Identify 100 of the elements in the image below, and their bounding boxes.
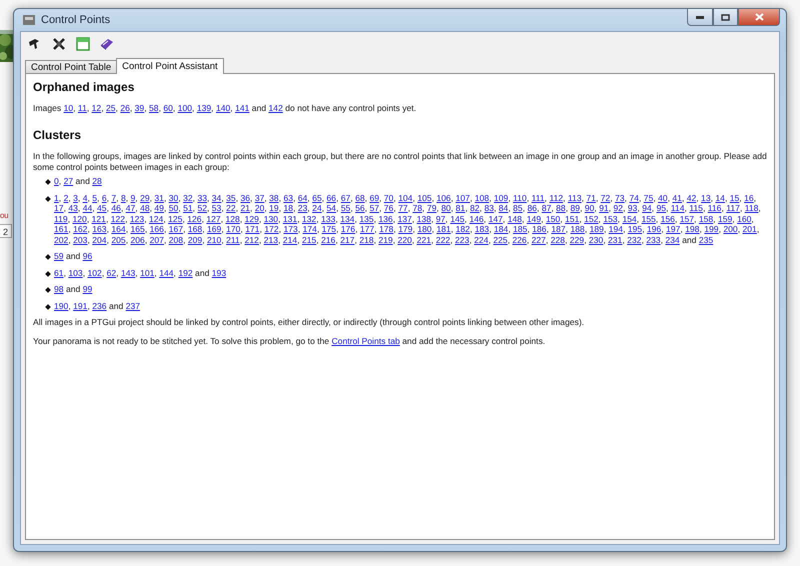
image-link[interactable]: 61 <box>54 268 64 278</box>
image-link[interactable]: 29 <box>140 192 150 202</box>
image-link[interactable]: 128 <box>225 214 240 224</box>
image-link[interactable]: 113 <box>568 192 582 202</box>
image-link[interactable]: 195 <box>628 224 642 234</box>
image-link[interactable]: 30 <box>168 192 178 202</box>
image-link[interactable]: 200 <box>723 224 738 234</box>
image-link[interactable]: 60 <box>163 103 173 113</box>
image-link[interactable]: 219 <box>378 234 393 244</box>
image-link[interactable]: 157 <box>680 214 694 224</box>
image-link[interactable]: 150 <box>546 214 560 224</box>
image-link[interactable]: 13 <box>701 192 711 202</box>
image-link[interactable]: 46 <box>111 203 121 213</box>
image-link[interactable]: 1 <box>54 192 59 202</box>
image-link[interactable]: 166 <box>150 224 164 234</box>
image-link[interactable]: 153 <box>603 214 618 224</box>
image-link[interactable]: 141 <box>235 103 250 113</box>
image-link[interactable]: 94 <box>642 203 652 213</box>
image-link[interactable]: 187 <box>551 224 566 234</box>
image-link[interactable]: 186 <box>532 224 546 234</box>
image-link[interactable]: 48 <box>140 203 150 213</box>
image-link[interactable]: 227 <box>531 234 546 244</box>
image-link[interactable]: 196 <box>646 224 662 234</box>
image-link[interactable]: 234 <box>665 234 680 244</box>
image-link[interactable]: 159 <box>718 214 732 224</box>
image-link[interactable]: 231 <box>608 234 622 244</box>
image-link[interactable]: 167 <box>168 224 184 234</box>
image-link[interactable]: 215 <box>302 234 316 244</box>
image-link[interactable]: 144 <box>159 268 174 278</box>
image-link[interactable]: 197 <box>666 224 680 234</box>
image-link[interactable]: 198 <box>685 224 700 234</box>
image-link[interactable]: 107 <box>456 192 470 202</box>
image-link[interactable]: 177 <box>360 224 374 234</box>
image-link[interactable]: 8 <box>120 192 126 202</box>
image-link[interactable]: 90 <box>584 203 594 213</box>
image-link[interactable]: 139 <box>196 103 212 113</box>
image-link[interactable]: 41 <box>672 192 682 202</box>
image-link[interactable]: 21 <box>240 203 250 213</box>
image-link[interactable]: 55 <box>340 203 350 213</box>
image-link[interactable]: 79 <box>426 203 436 213</box>
image-link[interactable]: 87 <box>542 203 552 213</box>
close-button[interactable] <box>738 9 780 26</box>
image-link[interactable]: 189 <box>590 224 604 234</box>
image-link[interactable]: 226 <box>512 234 527 244</box>
image-link[interactable]: 18 <box>284 203 294 213</box>
image-link[interactable]: 34 <box>212 192 222 202</box>
image-link[interactable]: 203 <box>73 234 88 244</box>
image-link[interactable]: 56 <box>355 203 365 213</box>
image-link[interactable]: 179 <box>398 224 413 234</box>
image-link[interactable]: 230 <box>588 234 604 244</box>
image-link[interactable]: 208 <box>168 234 184 244</box>
image-link[interactable]: 105 <box>417 192 432 202</box>
image-link[interactable]: 49 <box>154 203 164 213</box>
image-link[interactable]: 40 <box>658 192 668 202</box>
image-link[interactable]: 121 <box>92 214 106 224</box>
image-link[interactable]: 133 <box>321 214 336 224</box>
image-link[interactable]: 16 <box>744 192 754 202</box>
image-link[interactable]: 192 <box>178 268 193 278</box>
image-link[interactable]: 221 <box>416 234 432 244</box>
image-link[interactable]: 142 <box>268 103 283 113</box>
image-link[interactable]: 64 <box>298 192 308 202</box>
image-link[interactable]: 93 <box>628 203 638 213</box>
image-link[interactable]: 155 <box>641 214 656 224</box>
image-link[interactable]: 86 <box>527 203 537 213</box>
image-link[interactable]: 120 <box>72 214 87 224</box>
maximize-button[interactable] <box>713 9 738 26</box>
image-link[interactable]: 17 <box>54 203 64 213</box>
image-link[interactable]: 168 <box>188 224 202 234</box>
image-link[interactable]: 111 <box>531 192 545 202</box>
image-link[interactable]: 156 <box>660 214 675 224</box>
image-link[interactable]: 66 <box>326 192 336 202</box>
image-link[interactable]: 71 <box>586 192 596 202</box>
image-link[interactable]: 211 <box>226 234 240 244</box>
image-link[interactable]: 114 <box>670 203 684 213</box>
image-link[interactable]: 11 <box>78 103 87 113</box>
image-link[interactable]: 110 <box>513 192 527 202</box>
image-link[interactable]: 22 <box>226 203 236 213</box>
image-link[interactable]: 132 <box>302 214 316 224</box>
image-link[interactable]: 143 <box>120 268 136 278</box>
image-link[interactable]: 14 <box>715 192 725 202</box>
image-link[interactable]: 2 <box>64 192 68 202</box>
image-link[interactable]: 72 <box>600 192 610 202</box>
image-link[interactable]: 81 <box>456 203 466 213</box>
image-link[interactable]: 47 <box>126 203 136 213</box>
image-link[interactable]: 10 <box>64 103 74 113</box>
image-link[interactable]: 170 <box>226 224 240 234</box>
image-link[interactable]: 145 <box>450 214 465 224</box>
image-link[interactable]: 178 <box>379 224 394 234</box>
image-link[interactable]: 89 <box>570 203 580 213</box>
image-link[interactable]: 232 <box>627 234 642 244</box>
image-link[interactable]: 101 <box>140 268 154 278</box>
image-link[interactable]: 85 <box>513 203 523 213</box>
image-link[interactable]: 162 <box>73 224 88 234</box>
image-link[interactable]: 69 <box>370 192 380 202</box>
image-link[interactable]: 147 <box>488 214 503 224</box>
image-link[interactable]: 140 <box>216 103 230 113</box>
image-link[interactable]: 104 <box>398 192 413 202</box>
image-link[interactable]: 135 <box>359 214 374 224</box>
image-link[interactable]: 124 <box>148 214 164 224</box>
image-link[interactable]: 51 <box>183 203 193 213</box>
